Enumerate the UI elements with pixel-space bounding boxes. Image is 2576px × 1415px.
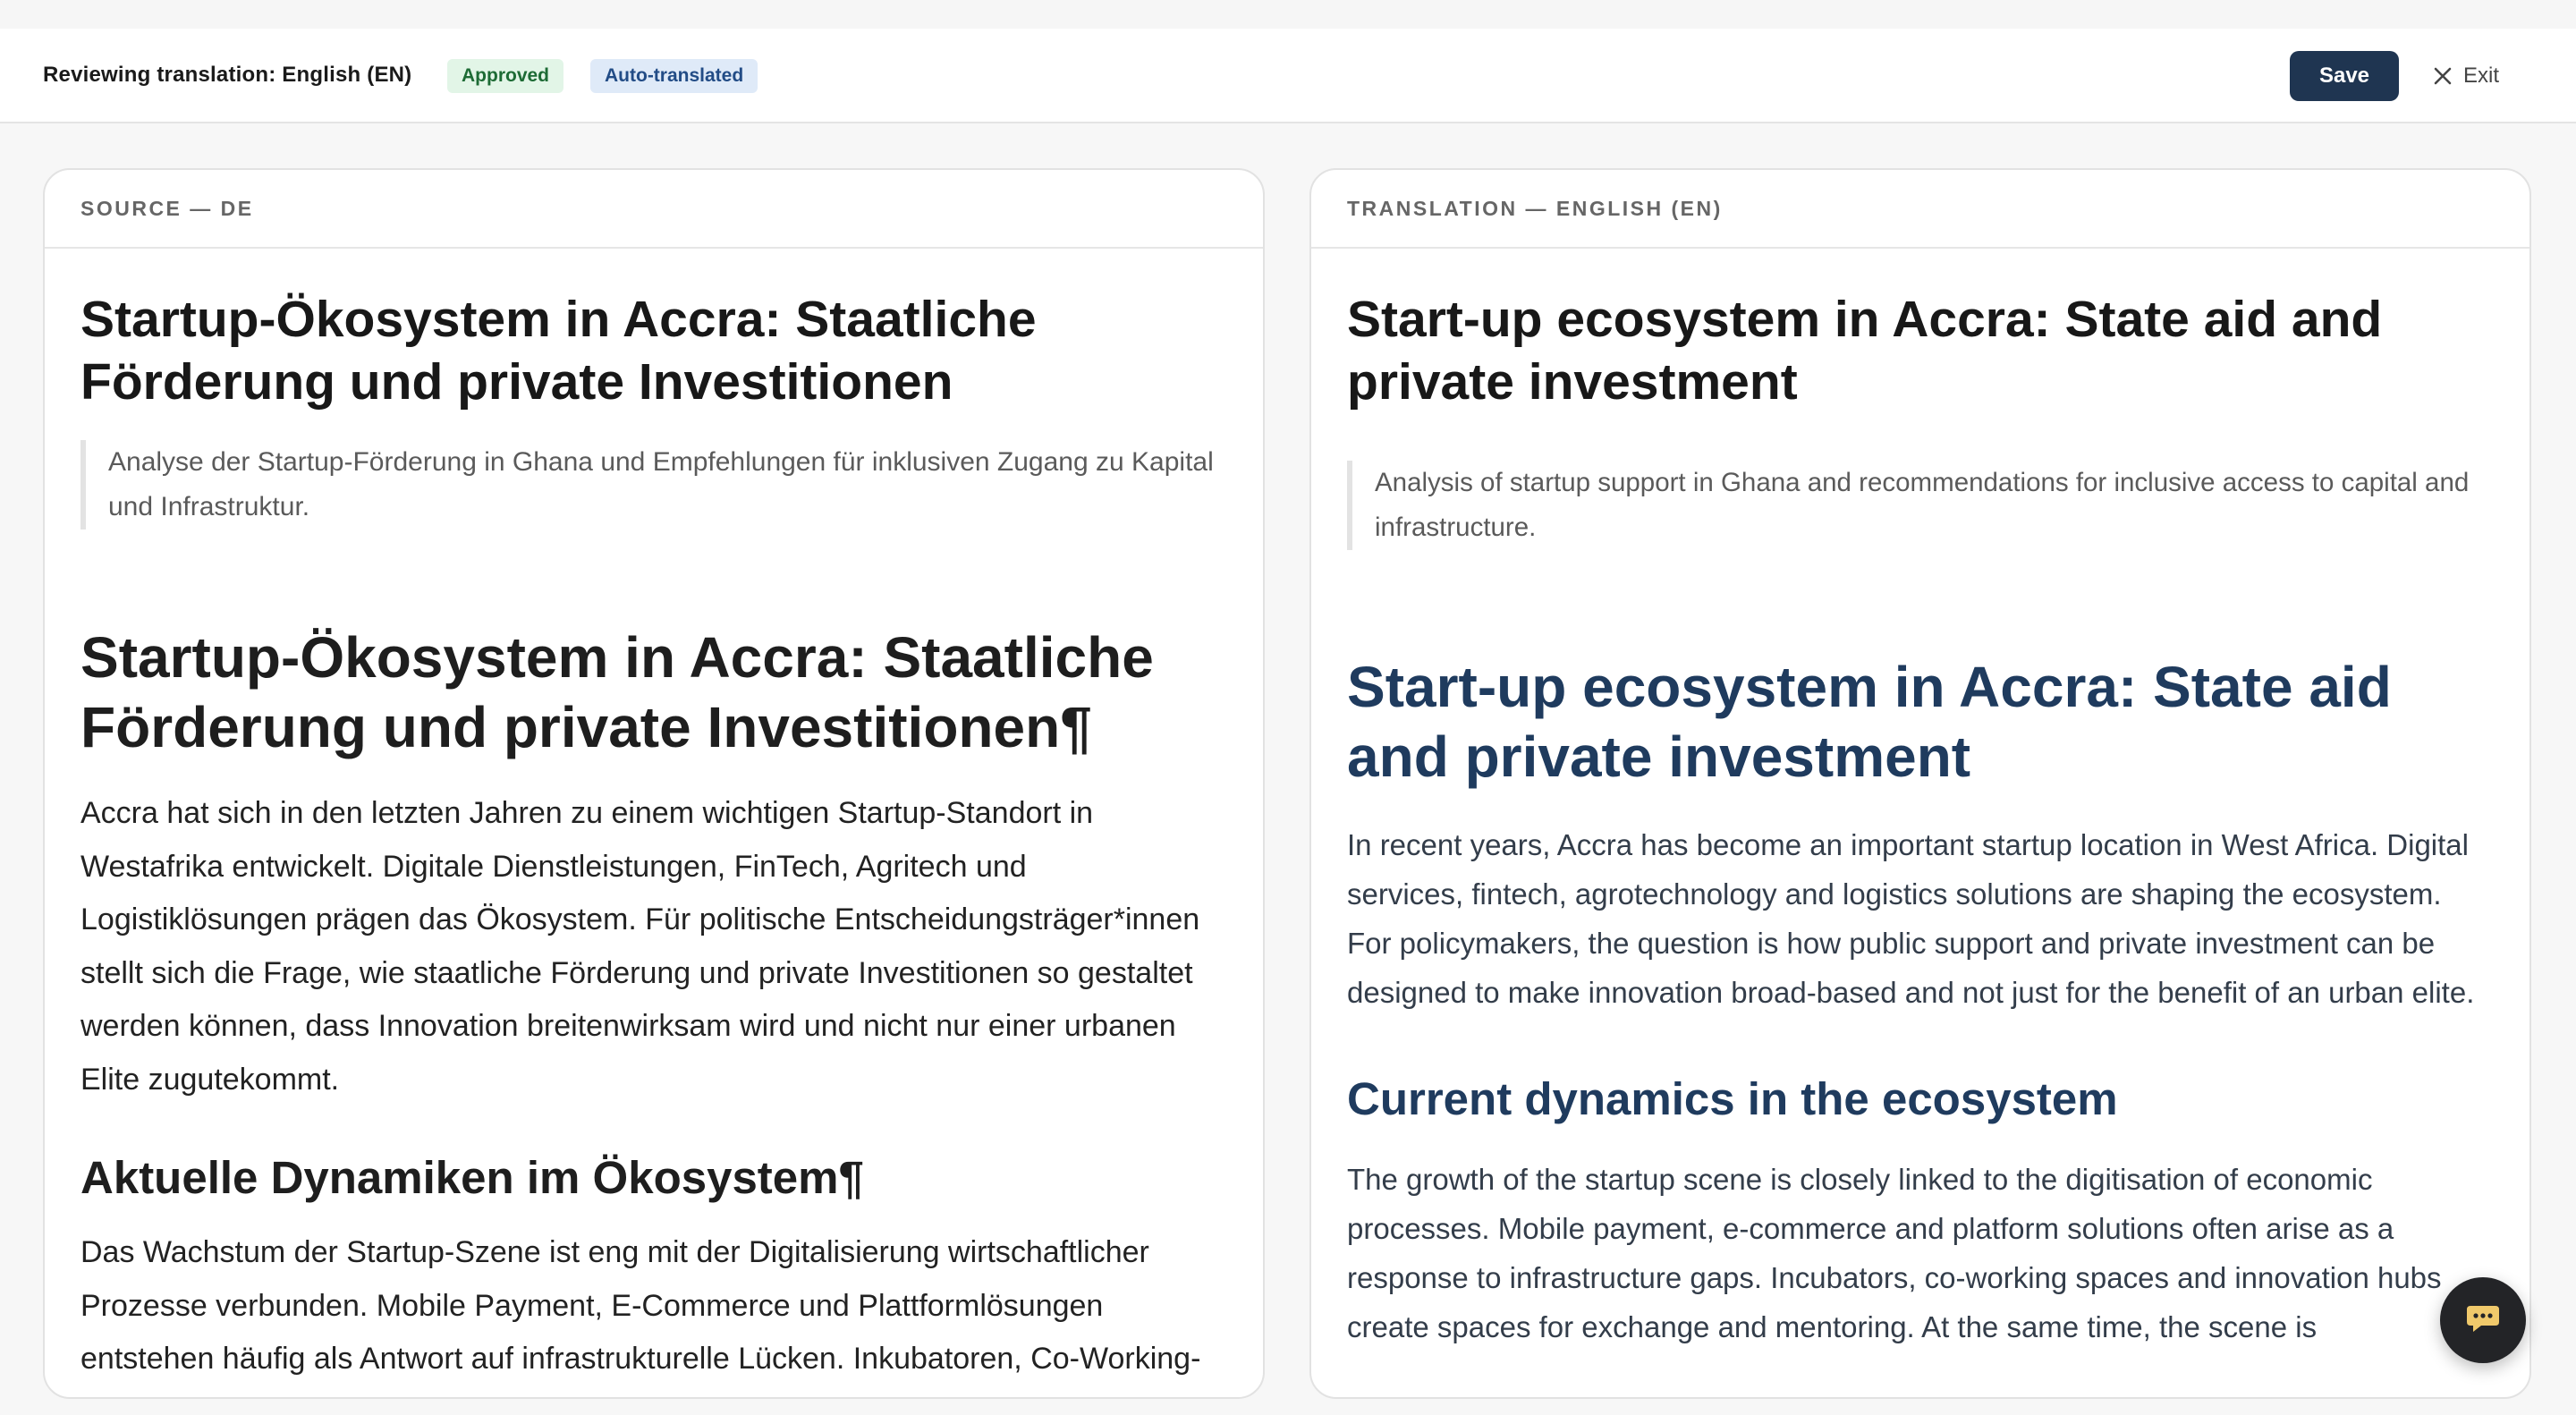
translation-paragraph-1: In recent years, Accra has become an imp… [1347,828,2475,1009]
chat-button[interactable] [2440,1277,2526,1363]
translation-paragraph-2: The growth of the startup scene is close… [1347,1163,2442,1343]
source-doc-title: Startup-Ökosystem in Accra: Staatliche F… [80,291,1037,411]
translation-summary: Analysis of startup support in Ghana and… [1347,461,2494,550]
translation-doc-title: Start-up ecosystem in Accra: State aid a… [1347,291,2383,411]
source-paragraph-2: Das Wachstum der Startup-Szene ist eng m… [80,1235,1201,1376]
translation-heading-1: Start-up ecosystem in Accra: State aid a… [1347,655,2392,789]
exit-label: Exit [2463,64,2500,88]
chat-bubble-icon [2465,1302,2501,1339]
source-panel-label: SOURCE — DE [45,170,1263,249]
translation-panel-body[interactable]: Start-up ecosystem in Accra: State aid a… [1311,288,2529,1351]
status-badge-approved: Approved [447,59,564,93]
source-summary: Analyse der Startup-Förderung in Ghana u… [80,440,1227,530]
source-panel: SOURCE — DE Startup-Ökosystem in Accra: … [43,168,1265,1399]
page-title: Reviewing translation: English (EN) [43,63,412,87]
source-heading-2: Aktuelle Dynamiken im Ökosystem¶ [80,1152,864,1203]
source-panel-body[interactable]: Startup-Ökosystem in Accra: Staatliche F… [45,288,1263,1386]
exit-button[interactable]: Exit [2433,51,2499,101]
save-button[interactable]: Save [2290,51,2399,101]
status-badge-auto-translated: Auto-translated [590,59,758,93]
translation-panel-label: TRANSLATION — ENGLISH (EN) [1311,170,2529,249]
close-icon [2433,66,2453,86]
source-heading-1: Startup-Ökosystem in Accra: Staatliche F… [80,625,1154,759]
source-paragraph-1: Accra hat sich in den letzten Jahren zu … [80,796,1200,1097]
top-strip [0,0,2576,29]
translation-heading-2: Current dynamics in the ecosystem [1347,1073,2118,1124]
translation-panel: TRANSLATION — ENGLISH (EN) Start-up ecos… [1309,168,2531,1399]
review-header: Reviewing translation: English (EN) Appr… [0,29,2576,123]
